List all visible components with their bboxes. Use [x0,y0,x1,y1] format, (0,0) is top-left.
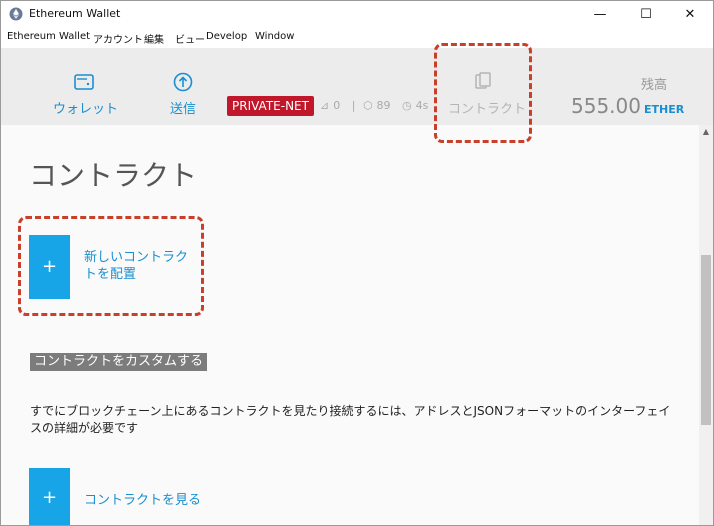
block-time: 4s [415,99,429,112]
nav-wallets[interactable]: ウォレット [53,72,119,117]
menu-bar: Ethereum Wallet アカウント 編集 ビュー Develop Win… [1,28,713,48]
menu-edit[interactable]: 編集 [144,31,164,46]
network-badge: PRIVATE-NET [227,96,314,116]
menu-view[interactable]: ビュー [175,31,205,46]
close-button[interactable]: ✕ [667,1,713,28]
network-stats: ⊿ 0 | ⬡ 89 ◷ 4s [320,99,436,112]
peers-count: 0 [333,99,341,112]
wallet-icon [74,74,94,90]
signal-icon: ⊿ [320,99,330,112]
app-window: Ethereum Wallet — ☐ ✕ Ethereum Wallet アカ… [0,0,714,526]
watch-contract-label: コントラクトを見る [84,493,202,508]
annotation-highlight-contracts-tab [434,43,532,143]
arrow-up-circle-icon [173,72,193,92]
menu-ethereum-wallet[interactable]: Ethereum Wallet [7,31,90,42]
window-title: Ethereum Wallet [29,7,121,20]
vertical-scrollbar[interactable]: ▲ [699,125,713,525]
custom-contract-description: すでにブロックチェーン上にあるコントラクトを見たり接続するには、アドレスとJSO… [30,404,671,435]
balance-amount: 555.00 [571,94,641,118]
watch-contract-button[interactable]: + コントラクトを見る [29,468,229,525]
title-bar: Ethereum Wallet — ☐ ✕ [1,1,713,28]
menu-window[interactable]: Window [255,31,294,42]
wallet-header: ウォレット 送信 PRIVATE-NET ⊿ 0 | ⬡ 89 ◷ 4s コントラクト… [1,48,713,125]
plus-icon: + [29,468,70,525]
balance-label: 残高 [641,78,668,93]
clock-icon: ◷ [402,99,412,112]
cube-icon: ⬡ [362,99,373,112]
annotation-highlight-deploy-button [18,216,204,316]
block-number: 89 [376,99,391,112]
time-stat: ◷ 4s [402,99,432,112]
nav-send[interactable]: 送信 [163,72,203,117]
block-stat: ⬡ 89 [363,99,395,112]
balance-unit: ETHER [643,103,685,116]
stats-separator: | [351,99,356,112]
minimize-button[interactable]: — [577,1,623,28]
peers-stat: ⊿ 0 [320,99,344,112]
custom-contract-heading: コントラクトをカスタムする [30,353,208,371]
nav-wallets-label: ウォレット [53,102,119,117]
scroll-thumb[interactable] [701,255,711,425]
nav-send-label: 送信 [169,102,196,117]
menu-develop[interactable]: Develop [206,31,247,42]
ethereum-logo-icon [9,7,23,21]
scroll-up-arrow-icon[interactable]: ▲ [699,125,713,139]
menu-account[interactable]: アカウント [93,31,143,46]
maximize-button[interactable]: ☐ [623,1,669,28]
balance-display: 555.00 ETHER [571,94,684,118]
page-title: コントラクト [29,159,198,192]
